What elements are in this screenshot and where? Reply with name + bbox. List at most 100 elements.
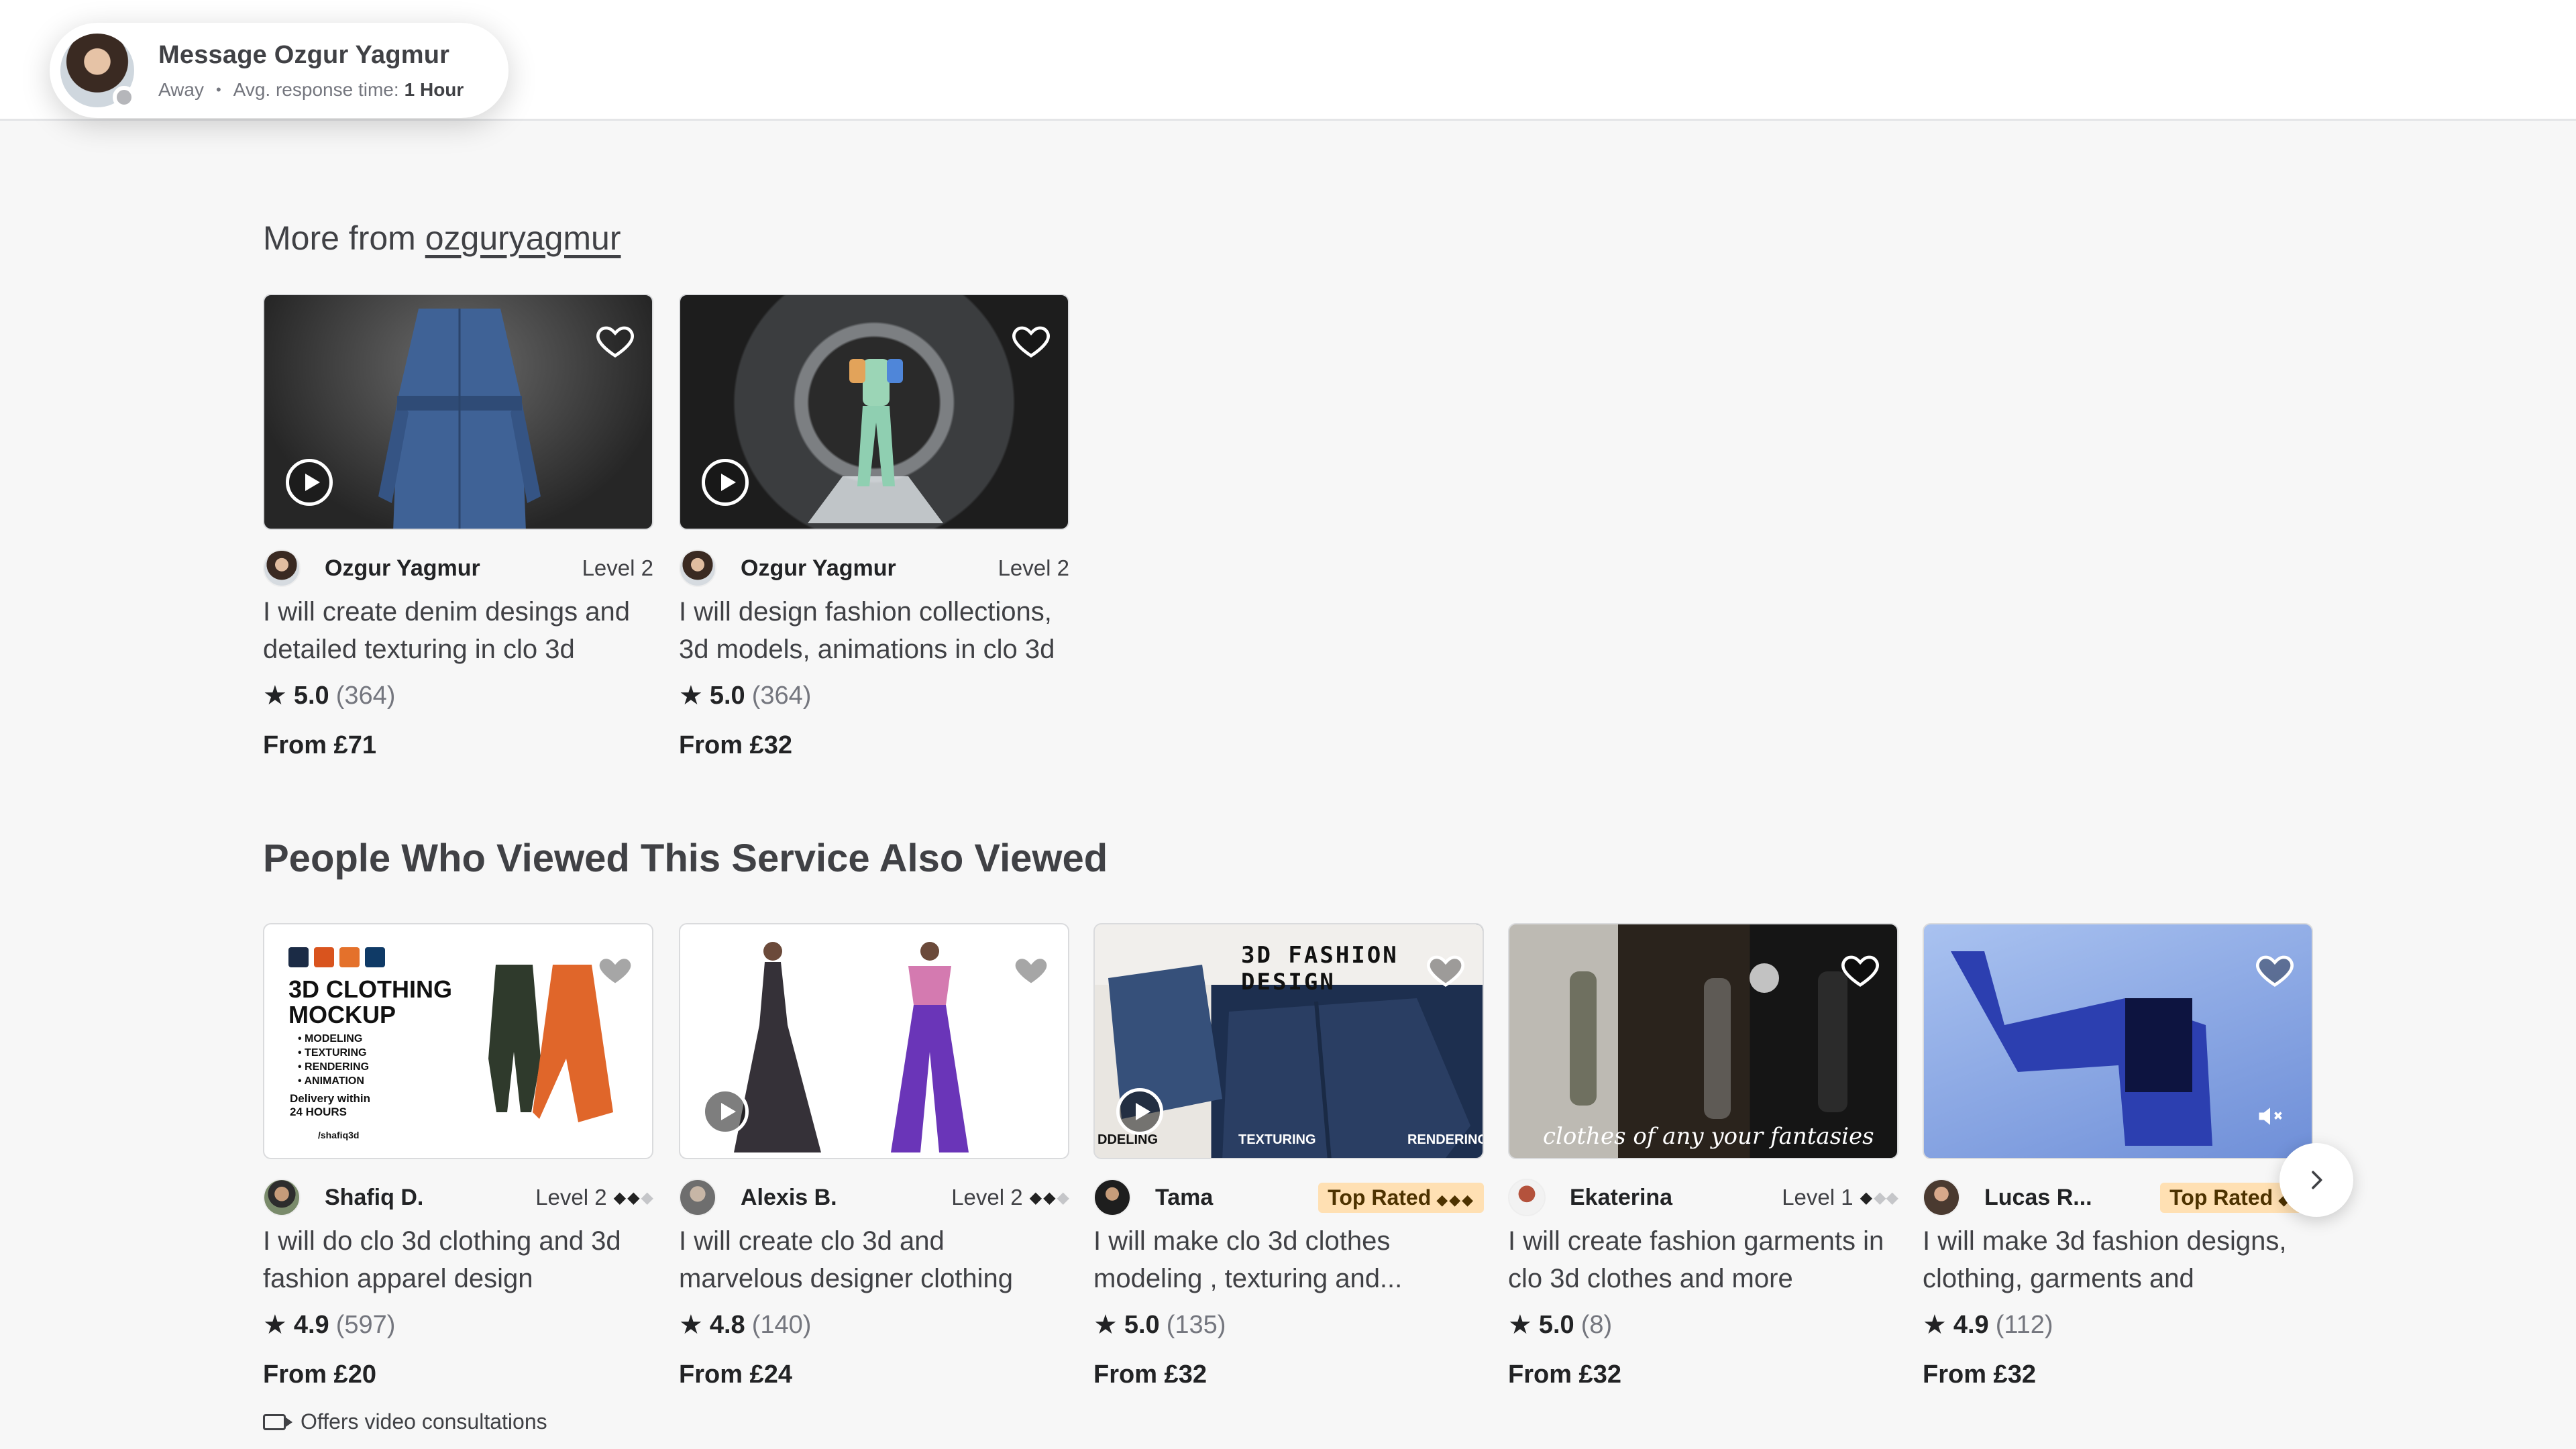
- rating: ★ 4.9 (597): [263, 1309, 653, 1340]
- heart-icon[interactable]: [2254, 949, 2296, 990]
- seller-username-link[interactable]: ozguryagmur: [425, 219, 621, 257]
- message-status-row: Away • Avg. response time: 1 Hour: [158, 79, 464, 101]
- avatar[interactable]: [1923, 1179, 1960, 1216]
- also-viewed-heading: People Who Viewed This Service Also View…: [263, 837, 1108, 880]
- video-camera-icon: [263, 1413, 292, 1430]
- seller-row: Alexis B. Level 2 ◆◆ ◆: [679, 1178, 1069, 1217]
- avatar[interactable]: [1093, 1179, 1131, 1216]
- thumb-label: TEXTURING: [1238, 1132, 1316, 1147]
- carousel-next-button[interactable]: [2279, 1143, 2353, 1217]
- seller-name[interactable]: Ozgur Yagmur: [325, 555, 480, 582]
- play-icon[interactable]: [702, 1088, 749, 1135]
- rating-score: 4.9: [1953, 1310, 1989, 1339]
- gig-card[interactable]: Alexis B. Level 2 ◆◆ ◆ I will create clo 3…: [679, 923, 1069, 1389]
- gig-price[interactable]: From £71: [263, 731, 653, 760]
- mute-icon[interactable]: [2255, 1102, 2285, 1131]
- top-bar: Message Ozgur Yagmur Away • Avg. respons…: [0, 0, 2576, 121]
- gig-thumbnail[interactable]: 3D FASHION DESIGN DDELING TEXTURING REND…: [1093, 923, 1484, 1159]
- rating-count: (112): [1995, 1310, 2053, 1339]
- gig-price[interactable]: From £32: [1508, 1360, 1898, 1389]
- video-consultation-text: Offers video consultations: [301, 1409, 547, 1434]
- avatar[interactable]: [679, 1179, 716, 1216]
- gig-price[interactable]: From £32: [1093, 1360, 1484, 1389]
- gig-price[interactable]: From £20: [263, 1360, 653, 1389]
- play-icon[interactable]: [286, 459, 333, 506]
- rating-score: 4.8: [709, 1310, 745, 1339]
- rating-count: (135): [1166, 1310, 1226, 1339]
- gig-price[interactable]: From £32: [679, 731, 1069, 760]
- seller-name[interactable]: Shafiq D.: [325, 1185, 423, 1211]
- star-icon: ★: [263, 1310, 287, 1340]
- gig-price[interactable]: From £32: [1923, 1360, 2313, 1389]
- gig-title[interactable]: I will make 3d fashion designs, clothing…: [1923, 1222, 2313, 1297]
- seller-name[interactable]: Lucas R...: [1984, 1185, 2092, 1211]
- seller-row: Ekaterina Level 1 ◆ ◆◆: [1508, 1178, 1898, 1217]
- message-seller-button[interactable]: Message Ozgur Yagmur Away • Avg. respons…: [50, 23, 508, 118]
- star-icon: ★: [1093, 1310, 1118, 1340]
- star-icon: ★: [1508, 1310, 1532, 1340]
- gig-card[interactable]: clothes of any your fantasies Ekaterina …: [1508, 923, 1898, 1389]
- heart-icon[interactable]: [1010, 949, 1052, 990]
- heart-icon[interactable]: [1839, 949, 1881, 990]
- rating-count: (364): [751, 681, 812, 710]
- heart-icon[interactable]: [1425, 949, 1466, 990]
- rating-count: (8): [1580, 1310, 1613, 1339]
- gig-title[interactable]: I will design fashion collections, 3d mo…: [679, 593, 1069, 668]
- avatar[interactable]: [1508, 1179, 1546, 1216]
- seller-name[interactable]: Alexis B.: [741, 1185, 837, 1211]
- heart-icon[interactable]: [594, 319, 636, 361]
- seller-row: Ozgur Yagmur Level 2: [263, 549, 653, 588]
- star-icon: ★: [1923, 1310, 1947, 1340]
- avatar[interactable]: [263, 549, 301, 587]
- play-icon[interactable]: [702, 459, 749, 506]
- seller-row: Tama Top Rated ◆◆◆: [1093, 1178, 1484, 1217]
- gig-card[interactable]: Ozgur Yagmur Level 2 I will design fashi…: [679, 294, 1069, 760]
- gig-thumbnail[interactable]: [263, 294, 653, 530]
- gig-title[interactable]: I will do clo 3d clothing and 3d fashion…: [263, 1222, 653, 1297]
- gig-thumbnail[interactable]: [679, 294, 1069, 530]
- gig-card[interactable]: 3D CLOTHING MOCKUP • MODELING • TEXTURIN…: [263, 923, 653, 1434]
- rating-count: (364): [335, 681, 396, 710]
- top-rated-badge: Top Rated ◆◆◆: [1318, 1182, 1484, 1213]
- gig-card[interactable]: 3D FASHION DESIGN DDELING TEXTURING REND…: [1093, 923, 1484, 1389]
- rating: ★ 5.0 (364): [263, 680, 653, 711]
- star-icon: ★: [679, 1310, 703, 1340]
- thumb-label: RENDERING: [1407, 1132, 1484, 1147]
- gig-thumbnail[interactable]: [1923, 923, 2313, 1159]
- heart-icon[interactable]: [594, 949, 636, 990]
- message-text: Message Ozgur Yagmur Away • Avg. respons…: [158, 41, 464, 101]
- heart-icon[interactable]: [1010, 319, 1052, 361]
- video-consultation-note: Offers video consultations: [263, 1409, 653, 1434]
- thumb-label: DDELING: [1097, 1132, 1158, 1147]
- separator-dot: •: [215, 80, 221, 98]
- gig-price[interactable]: From £24: [679, 1360, 1069, 1389]
- rating: ★ 4.8 (140): [679, 1309, 1069, 1340]
- gig-thumbnail[interactable]: 3D CLOTHING MOCKUP • MODELING • TEXTURIN…: [263, 923, 653, 1159]
- play-icon[interactable]: [1116, 1088, 1163, 1135]
- status-text: Away: [158, 78, 204, 100]
- more-from-prefix: More from: [263, 219, 425, 257]
- avatar[interactable]: [679, 549, 716, 587]
- gig-card[interactable]: Ozgur Yagmur Level 2 I will create denim…: [263, 294, 653, 760]
- gig-title[interactable]: I will create fashion garments in clo 3d…: [1508, 1222, 1898, 1297]
- more-from-heading: More from ozguryagmur: [263, 219, 621, 258]
- seller-name[interactable]: Ozgur Yagmur: [741, 555, 896, 582]
- gig-title[interactable]: I will make clo 3d clothes modeling , te…: [1093, 1222, 1484, 1297]
- seller-level: Level 2 ◆◆ ◆: [535, 1185, 653, 1210]
- thumb-caption: clothes of any your fantasies: [1543, 1123, 1874, 1150]
- rating-score: 5.0: [1538, 1310, 1574, 1339]
- avatar[interactable]: [263, 1179, 301, 1216]
- gig-title[interactable]: I will create clo 3d and marvelous desig…: [679, 1222, 1069, 1297]
- gig-thumbnail[interactable]: clothes of any your fantasies: [1508, 923, 1898, 1159]
- seller-level: Level 2 ◆◆ ◆: [951, 1185, 1069, 1210]
- gig-title[interactable]: I will create denim desings and detailed…: [263, 593, 653, 668]
- seller-avatar: [60, 34, 136, 109]
- seller-name[interactable]: Tama: [1155, 1185, 1213, 1211]
- gig-thumbnail[interactable]: [679, 923, 1069, 1159]
- rating-score: 4.9: [293, 1310, 329, 1339]
- message-title: Message Ozgur Yagmur: [158, 40, 450, 69]
- seller-level: Level 1 ◆ ◆◆: [1782, 1185, 1898, 1210]
- rating-count: (597): [335, 1310, 396, 1339]
- seller-name[interactable]: Ekaterina: [1570, 1185, 1672, 1211]
- gig-card[interactable]: Lucas R... Top Rated◆◆ I will make 3d fa…: [1923, 923, 2313, 1389]
